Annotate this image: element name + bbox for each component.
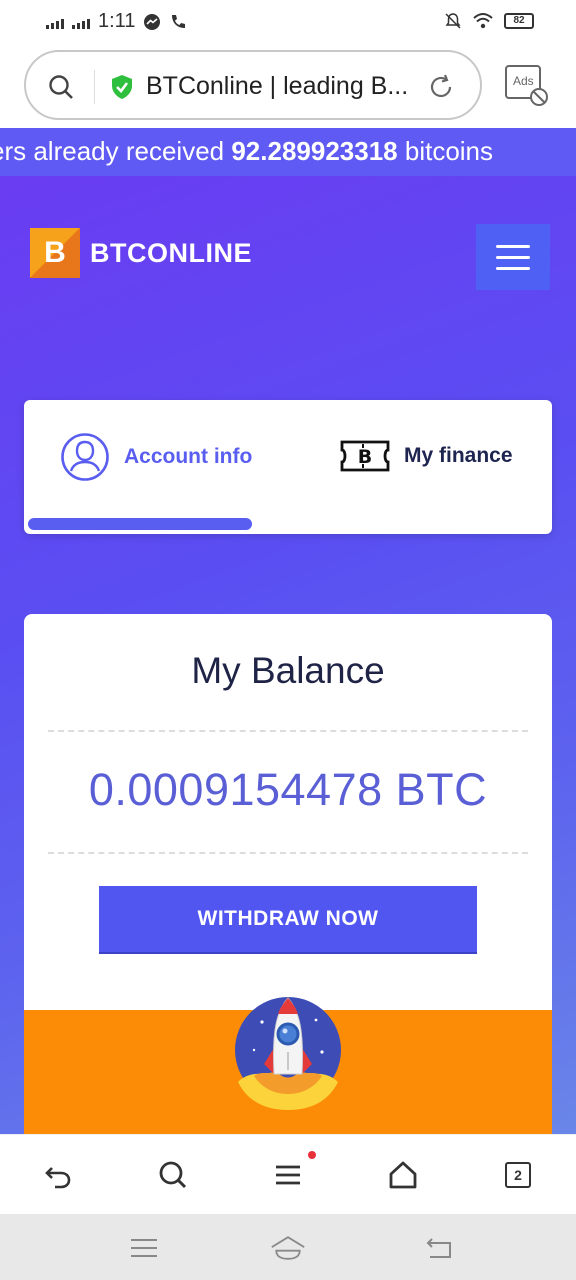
menu-bar [496,244,530,248]
phone-call-icon [172,14,186,28]
payout-ticker: ers already received 92.289923318 bitcoi… [0,128,576,176]
browser-toolbar: 2 [0,1134,576,1214]
hamburger-menu-button[interactable] [476,224,550,290]
menu-button[interactable] [270,1151,316,1193]
user-circle-icon [61,433,109,481]
system-home-icon [271,1236,305,1260]
bitcoin-ticket-icon: B [340,440,390,472]
system-back-button[interactable] [420,1230,456,1266]
tab-account-info[interactable]: Account info [60,432,252,482]
address-bar[interactable]: BTConline | leading B... [24,50,482,120]
divider [48,852,528,854]
balance-title: My Balance [191,650,385,691]
address-divider [94,70,95,104]
search-icon [159,1161,187,1189]
ticker-prefix: ers already received [0,136,232,166]
balance-value: 0.0009154478 BTC [88,764,488,815]
account-tabs: Account info B My finance [24,400,552,534]
secure-shield-icon[interactable] [110,74,134,100]
ads-label: Ads [513,74,534,88]
reload-icon[interactable] [426,72,456,102]
home-button[interactable] [385,1157,421,1193]
logo-text: BTCONLINE [90,237,252,268]
rocket-icon [235,997,341,1110]
menu-bar [496,266,530,270]
status-time: 1:11 [98,10,136,32]
status-bar: 1:11 82 [0,0,576,44]
home-icon [389,1161,417,1189]
ticker-suffix: bitcoins [397,136,494,166]
back-arrow-icon [45,1167,71,1189]
page-hero: B BTCONLINE Account info B My finance My [0,176,576,1134]
cellular-signal-icon [46,15,64,29]
ticker-amount: 92.289923318 [231,136,398,166]
tabs-count: 2 [505,1162,531,1188]
battery-indicator: 82 [504,13,534,29]
url-text[interactable]: BTConline | leading B... [146,72,421,101]
search-icon[interactable] [48,74,74,100]
active-tab-indicator [28,518,252,530]
divider [48,730,528,732]
notification-dot [308,1151,316,1159]
mute-bell-icon [445,13,461,29]
menu-bar [496,255,530,259]
back-button[interactable] [40,1157,76,1193]
system-menu-icon [131,1239,157,1257]
svg-text:B: B [358,446,372,468]
logo-bitcoin-icon: B [30,228,80,278]
tab-my-finance-label: My finance [404,444,513,467]
withdraw-now-button[interactable]: WITHDRAW NOW [99,886,477,954]
tab-account-info-label: Account info [124,445,253,468]
system-nav-bar [0,1214,576,1280]
ad-block-button[interactable]: Ads [504,64,550,108]
cellular-signal-icon-2 [72,15,90,29]
search-button[interactable] [155,1157,191,1193]
tabs-button[interactable]: 2 [500,1157,536,1193]
system-home-button[interactable] [270,1230,306,1266]
menu-icon [276,1165,300,1185]
wifi-icon [473,13,493,29]
system-menu-button[interactable] [126,1230,162,1266]
messenger-icon [144,13,161,30]
system-back-icon [426,1238,451,1258]
site-logo[interactable]: B BTCONLINE [30,228,252,278]
tab-my-finance[interactable]: B My finance [340,440,513,472]
